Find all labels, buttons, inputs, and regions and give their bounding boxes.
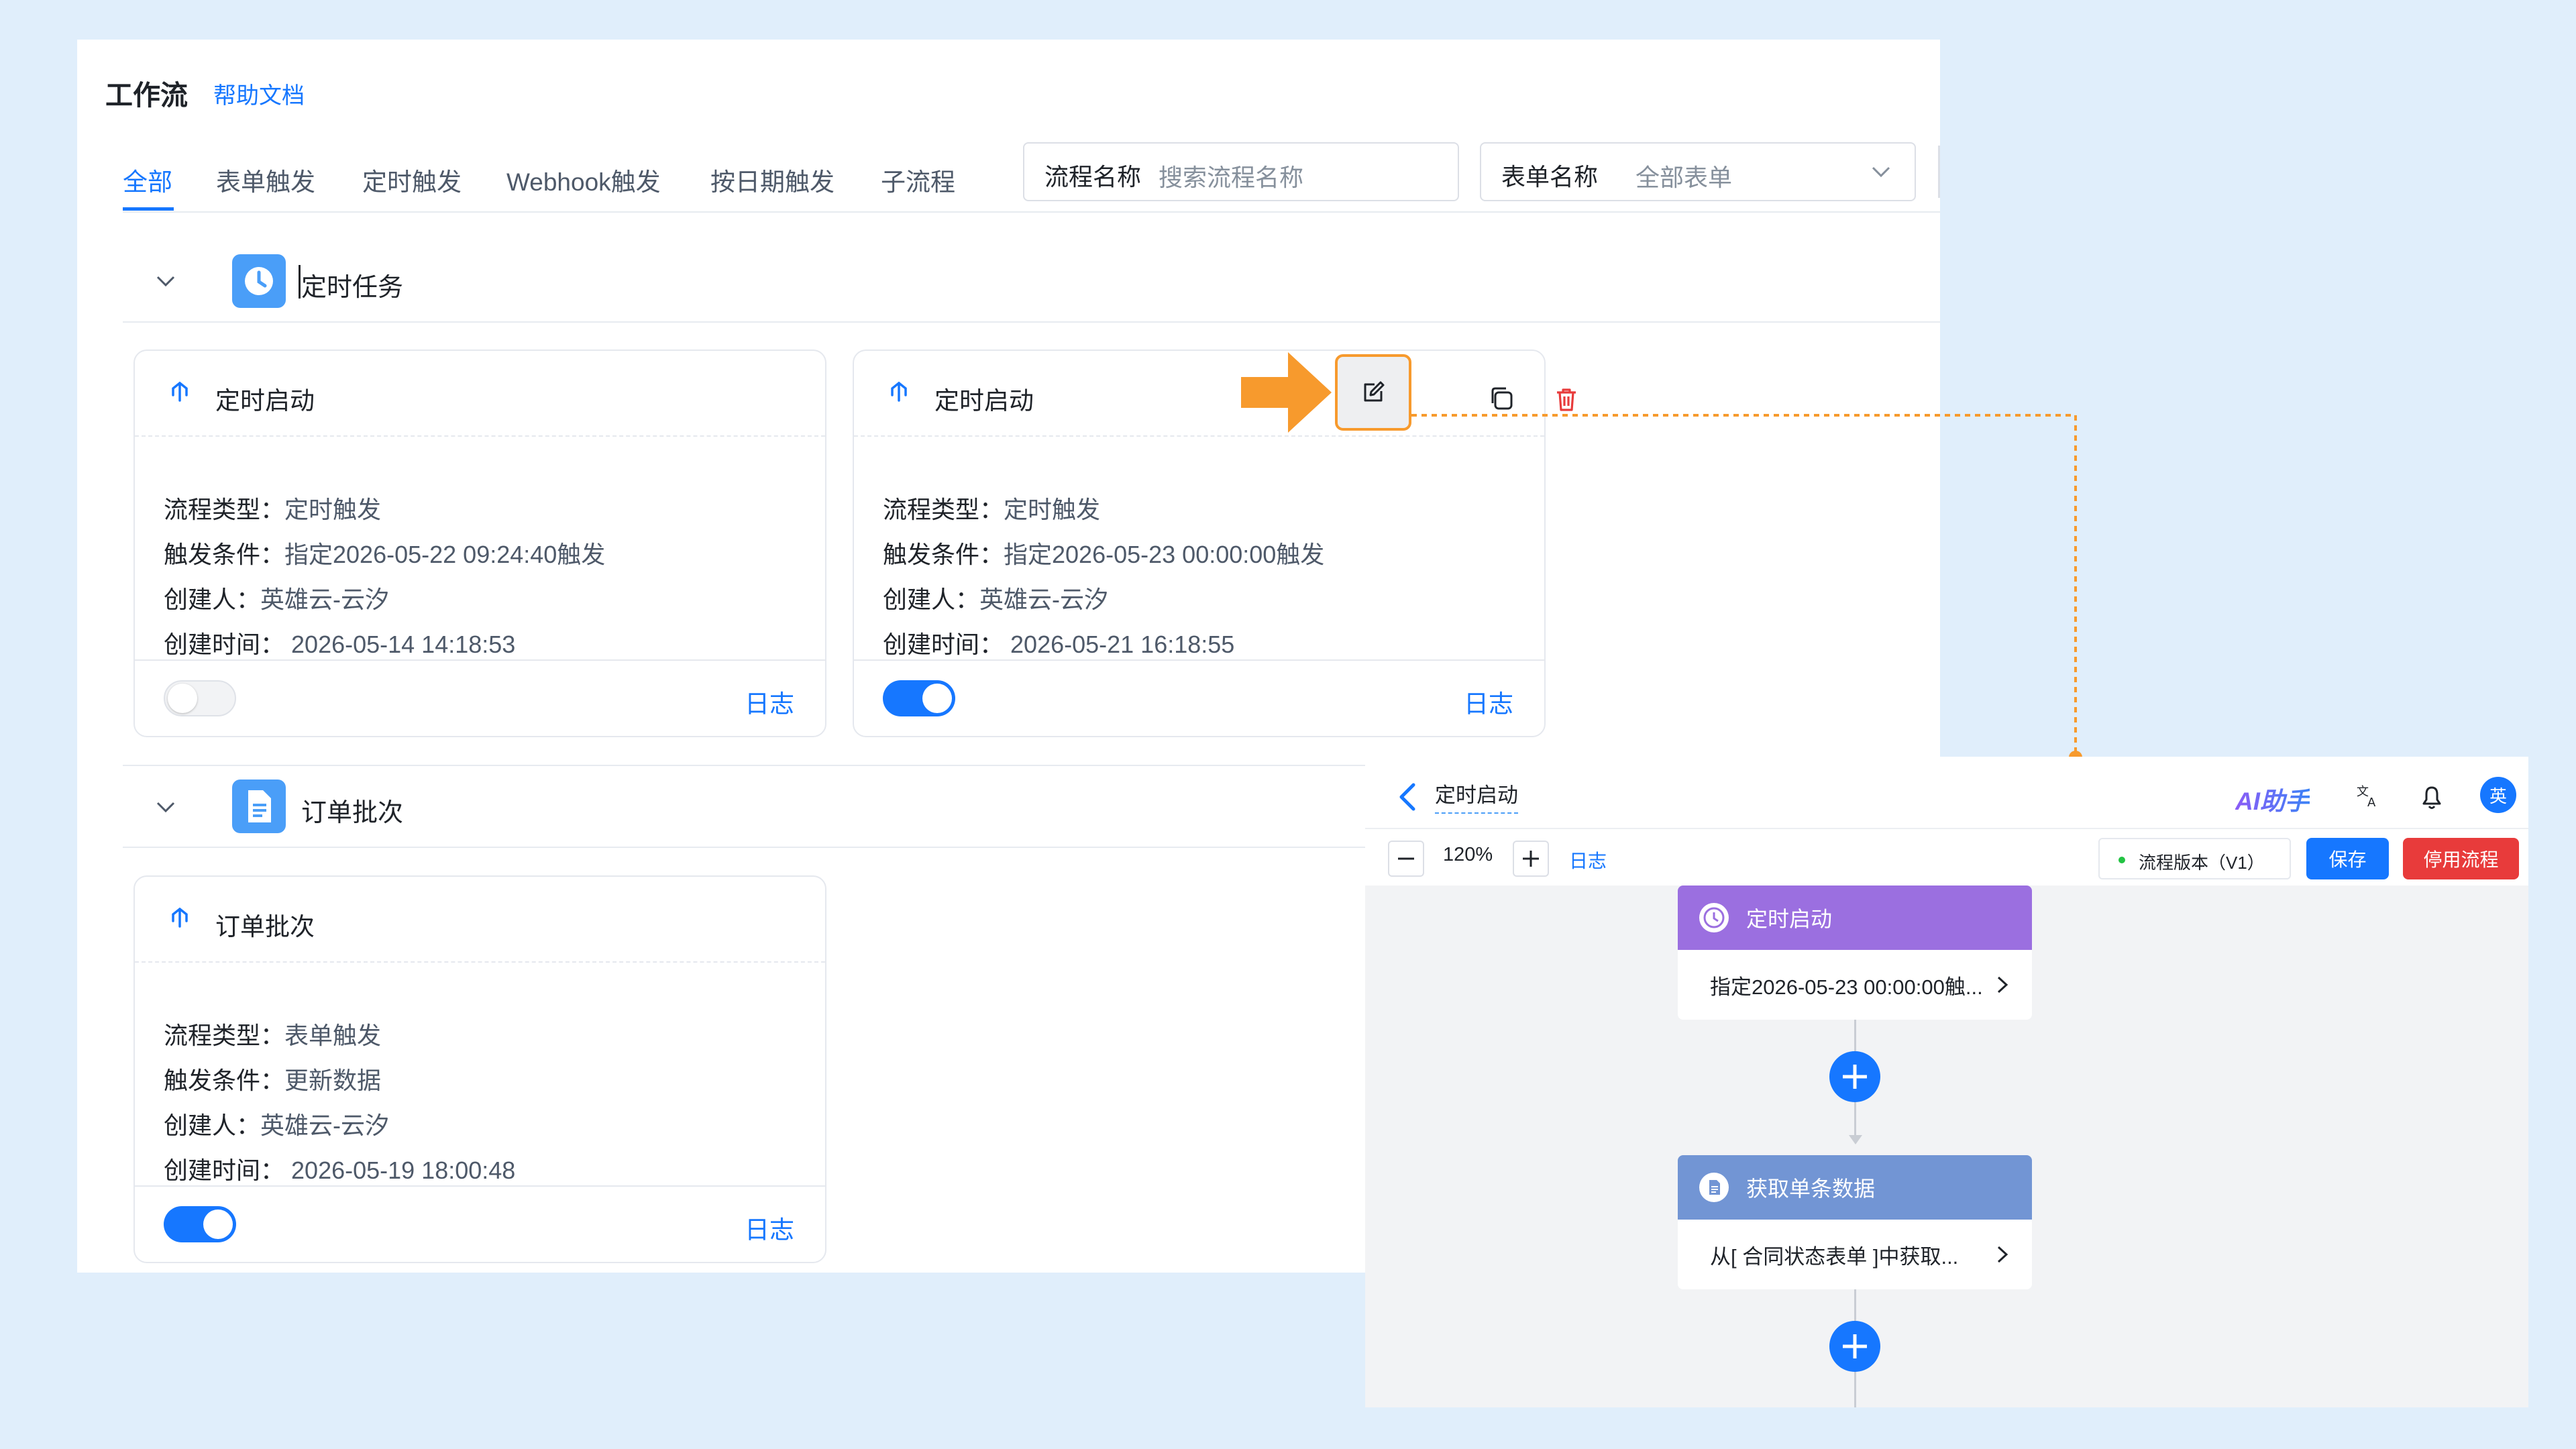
plus-icon	[1523, 851, 1539, 867]
group-divider	[123, 321, 1940, 323]
card-trigger-condition: 触发条件：指定2026-05-22 09:24:40触发	[164, 541, 606, 568]
plus-icon	[1843, 1065, 1867, 1089]
enable-toggle[interactable]	[883, 680, 955, 716]
card-flow-type: 流程类型：表单触发	[164, 1022, 382, 1049]
status-dot	[2118, 857, 2125, 863]
card-created-time: 创建时间： 2026-05-19 18:00:48	[164, 1157, 516, 1184]
group-title: 定时任务	[301, 274, 404, 302]
filter-overflow-edge	[1938, 146, 1940, 198]
add-node-button[interactable]	[1829, 1321, 1880, 1372]
dotted-connector	[1411, 414, 2082, 764]
log-link[interactable]: 日志	[745, 684, 794, 720]
flow-name-search[interactable]: 流程名称 搜索流程名称	[1023, 142, 1459, 201]
clock-icon	[1699, 903, 1729, 932]
group-divider	[123, 847, 1438, 848]
chevron-right-icon	[1997, 1246, 2008, 1263]
group-divider	[123, 765, 1438, 766]
tab-webhook-trigger[interactable]: Webhook触发	[506, 162, 661, 198]
help-docs-link[interactable]: 帮助文档	[213, 77, 305, 110]
page-title: 工作流	[105, 80, 188, 111]
version-badge[interactable]: 流程版本（V1）	[2098, 838, 2291, 879]
workflow-card[interactable]: 定时启动 流程类型：定时触发 触发条件：指定2026-05-22 09:24:4…	[133, 350, 826, 737]
chevron-right-icon	[1997, 976, 2008, 994]
svg-text:A: A	[2367, 796, 2376, 809]
flow-canvas[interactable]: 定时启动 指定2026-05-23 00:00:00触... 获取单条数据 从[…	[1365, 885, 2528, 1407]
flow-name-label: 流程名称	[1044, 163, 1142, 191]
document-icon	[1699, 1173, 1729, 1202]
card-title: 定时启动	[215, 387, 315, 415]
enable-toggle[interactable]	[164, 680, 236, 716]
card-divider	[135, 435, 825, 437]
group-title: 订单批次	[301, 799, 404, 827]
active-tab-indicator	[123, 207, 174, 211]
card-flow-type: 流程类型：定时触发	[164, 496, 382, 523]
zoom-in-button[interactable]	[1513, 841, 1549, 877]
node-detail: 指定2026-05-23 00:00:00触...	[1710, 975, 1983, 999]
zoom-out-button[interactable]	[1388, 841, 1424, 877]
card-flow-type: 流程类型：定时触发	[883, 496, 1101, 523]
flow-node-get-record[interactable]: 获取单条数据 从[ 合同状态表单 ]中获取...	[1678, 1155, 2032, 1289]
editor-title[interactable]: 定时启动	[1435, 778, 1518, 814]
flow-branch-icon	[172, 381, 188, 402]
back-arrow-icon[interactable]	[1397, 782, 1417, 812]
card-created-time: 创建时间： 2026-05-14 14:18:53	[164, 631, 516, 658]
save-button[interactable]: 保存	[2306, 838, 2389, 879]
node-title: 定时启动	[1746, 907, 1833, 931]
translate-icon[interactable]: 文 A	[2355, 782, 2382, 809]
tab-subflow[interactable]: 子流程	[881, 162, 955, 198]
card-title: 定时启动	[934, 387, 1034, 415]
edit-icon	[1364, 381, 1385, 402]
stop-flow-button[interactable]: 停用流程	[2403, 838, 2519, 879]
card-footer-divider	[135, 659, 825, 661]
form-name-value: 全部表单	[1635, 164, 1733, 191]
zoom-level: 120%	[1443, 844, 1493, 865]
clock-icon	[232, 254, 286, 308]
version-label: 流程版本（V1）	[2139, 853, 2265, 873]
card-title: 订单批次	[215, 913, 315, 941]
add-node-button[interactable]	[1829, 1051, 1880, 1102]
editor-log-link[interactable]: 日志	[1569, 847, 1607, 873]
node-detail: 从[ 合同状态表单 ]中获取...	[1710, 1244, 1959, 1269]
minus-icon	[1398, 857, 1414, 860]
collapse-chevron-icon[interactable]	[154, 796, 177, 818]
avatar[interactable]: 英	[2480, 777, 2516, 813]
flow-branch-icon	[891, 381, 907, 402]
pointer-arrow-icon	[1241, 352, 1332, 433]
editor-divider	[1365, 828, 2528, 829]
edit-button[interactable]	[1335, 354, 1411, 431]
collapse-chevron-icon[interactable]	[154, 270, 177, 292]
flow-branch-icon	[172, 907, 188, 928]
card-divider	[135, 961, 825, 963]
form-name-select[interactable]: 表单名称 全部表单	[1480, 142, 1916, 201]
plus-icon	[1843, 1334, 1867, 1358]
card-trigger-condition: 触发条件：更新数据	[164, 1067, 382, 1094]
chevron-down-icon	[1872, 166, 1890, 178]
tab-divider	[123, 211, 1940, 213]
log-link[interactable]: 日志	[745, 1210, 794, 1246]
workflow-card[interactable]: 订单批次 流程类型：表单触发 触发条件：更新数据 创建人：英雄云-云汐 创建时间…	[133, 875, 826, 1263]
tab-timer-trigger[interactable]: 定时触发	[362, 162, 462, 198]
form-name-label: 表单名称	[1501, 163, 1599, 191]
card-creator: 创建人：英雄云-云汐	[883, 586, 1109, 613]
ai-assistant-button[interactable]: AI助手	[2235, 781, 2310, 817]
enable-toggle[interactable]	[164, 1206, 236, 1242]
arrow-down-icon	[1849, 1135, 1862, 1144]
tab-form-trigger[interactable]: 表单触发	[216, 162, 315, 198]
tab-date-trigger[interactable]: 按日期触发	[710, 162, 835, 198]
card-trigger-condition: 触发条件：指定2026-05-23 00:00:00触发	[883, 541, 1325, 568]
card-creator: 创建人：英雄云-云汐	[164, 1112, 390, 1139]
card-created-time: 创建时间： 2026-05-21 16:18:55	[883, 631, 1235, 658]
card-creator: 创建人：英雄云-云汐	[164, 586, 390, 613]
node-title: 获取单条数据	[1746, 1177, 1876, 1201]
text-cursor	[299, 265, 301, 299]
bell-icon[interactable]	[2418, 782, 2445, 812]
document-icon	[232, 780, 286, 833]
card-footer-divider	[135, 1185, 825, 1187]
flow-name-input[interactable]: 搜索流程名称	[1159, 158, 1303, 193]
workflow-editor-preview: 定时启动 AI助手 文 A 英 120% 日志 流程版本（V1） 保存 停用流程…	[1365, 757, 2528, 1407]
flow-node-trigger[interactable]: 定时启动 指定2026-05-23 00:00:00触...	[1678, 885, 2032, 1020]
tab-all[interactable]: 全部	[123, 162, 172, 198]
